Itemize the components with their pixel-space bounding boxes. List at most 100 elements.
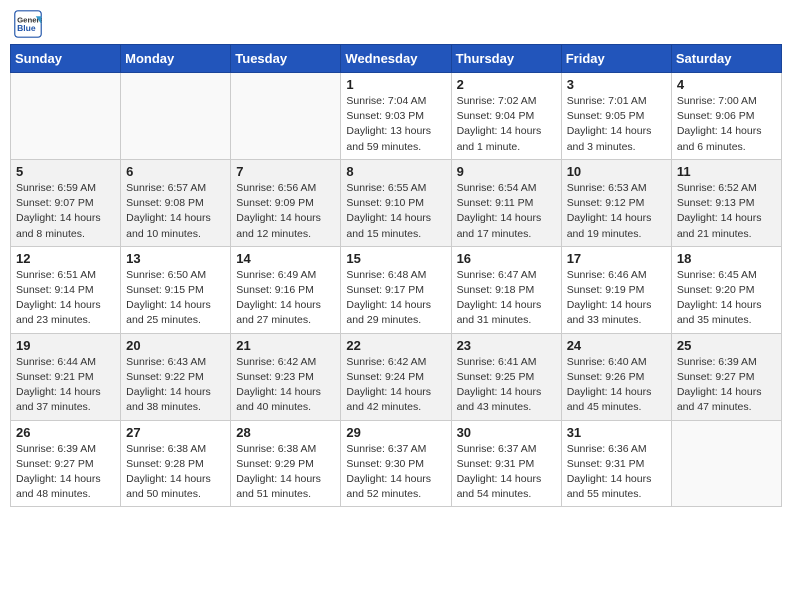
calendar-cell: 23Sunrise: 6:41 AM Sunset: 9:25 PM Dayli… [451,333,561,420]
calendar-cell: 20 Sunrise: 6:43 AM Sunset: 9:22 PM Dayli… [121,333,231,420]
weekday-header-wednesday: Wednesday [341,45,451,73]
day-number: 12 [16,251,115,266]
day-info: Sunrise: 6:57 AM Sunset: 9:08 PM Dayligh… [126,181,225,242]
calendar-cell: 3 Sunrise: 7:01 AM Sunset: 9:05 PM Daylig… [561,73,671,160]
day-info: Sunrise: 6:39 AM Sunset: 9:27 PM Dayligh… [677,355,776,416]
day-number: 29 [346,425,445,440]
day-info: Sunrise: 6:46 AM Sunset: 9:19 PM Dayligh… [567,268,666,329]
calendar-cell: 4 Sunrise: 7:00 AM Sunset: 9:06 PM Daylig… [671,73,781,160]
weekday-header-thursday: Thursday [451,45,561,73]
calendar-cell: 10 Sunrise: 6:53 AM Sunset: 9:12 PM Dayli… [561,159,671,246]
day-info: Sunrise: 6:51 AM Sunset: 9:14 PM Dayligh… [16,268,115,329]
calendar-cell: 15 Sunrise: 6:48 AM Sunset: 9:17 PM Dayli… [341,246,451,333]
logo-icon: General Blue [14,10,42,38]
day-info: Sunrise: 6:44 AM Sunset: 9:21 PM Dayligh… [16,355,115,416]
calendar-week-3: 12 Sunrise: 6:51 AM Sunset: 9:14 PM Dayli… [11,246,782,333]
day-info: Sunrise: 6:52 AM Sunset: 9:13 PM Dayligh… [677,181,776,242]
day-info: Sunrise: 6:36 AM Sunset: 9:31 PM Dayligh… [567,442,666,503]
calendar-week-1: 1 Sunrise: 7:04 AM Sunset: 9:03 PM Daylig… [11,73,782,160]
calendar-cell [121,73,231,160]
day-info: Sunrise: 6:48 AM Sunset: 9:17 PM Dayligh… [346,268,445,329]
calendar-cell: 12 Sunrise: 6:51 AM Sunset: 9:14 PM Dayli… [11,246,121,333]
day-info: Sunrise: 6:38 AM Sunset: 9:28 PM Dayligh… [126,442,225,503]
day-info: Sunrise: 6:37 AM Sunset: 9:30 PM Dayligh… [346,442,445,503]
day-info: Sunrise: 6:39 AM Sunset: 9:27 PM Dayligh… [16,442,115,503]
day-number: 30 [457,425,556,440]
day-number: 16 [457,251,556,266]
calendar-cell: 30 Sunrise: 6:37 AM Sunset: 9:31 PM Dayli… [451,420,561,507]
day-number: 14 [236,251,335,266]
weekday-header-tuesday: Tuesday [231,45,341,73]
day-number: 31 [567,425,666,440]
calendar-cell: 27 Sunrise: 6:38 AM Sunset: 9:28 PM Dayli… [121,420,231,507]
calendar-table: SundayMondayTuesdayWednesdayThursdayFrid… [10,44,782,507]
day-number: 15 [346,251,445,266]
day-number: 21 [236,338,335,353]
calendar-cell: 24 Sunrise: 6:40 AM Sunset: 9:26 PM Dayli… [561,333,671,420]
calendar-cell: 2Sunrise: 7:02 AM Sunset: 9:04 PM Daylig… [451,73,561,160]
calendar-cell: 17Sunrise: 6:46 AM Sunset: 9:19 PM Dayli… [561,246,671,333]
calendar-cell: 7 Sunrise: 6:56 AM Sunset: 9:09 PM Daylig… [231,159,341,246]
logo: General Blue [14,10,42,38]
day-number: 8 [346,164,445,179]
day-number: 26 [16,425,115,440]
svg-text:Blue: Blue [17,23,36,33]
calendar-cell: 26 Sunrise: 6:39 AM Sunset: 9:27 PM Dayli… [11,420,121,507]
day-number: 6 [126,164,225,179]
day-info: Sunrise: 6:40 AM Sunset: 9:26 PM Dayligh… [567,355,666,416]
day-number: 4 [677,77,776,92]
calendar-cell: 21 Sunrise: 6:42 AM Sunset: 9:23 PM Dayli… [231,333,341,420]
day-number: 20 [126,338,225,353]
calendar-cell: 11Sunrise: 6:52 AM Sunset: 9:13 PM Dayli… [671,159,781,246]
day-info: Sunrise: 7:00 AM Sunset: 9:06 PM Dayligh… [677,94,776,155]
day-info: Sunrise: 6:50 AM Sunset: 9:15 PM Dayligh… [126,268,225,329]
day-info: Sunrise: 6:49 AM Sunset: 9:16 PM Dayligh… [236,268,335,329]
calendar-cell: 28 Sunrise: 6:38 AM Sunset: 9:29 PM Dayli… [231,420,341,507]
calendar-week-2: 5 Sunrise: 6:59 AM Sunset: 9:07 PM Daylig… [11,159,782,246]
day-number: 28 [236,425,335,440]
day-info: Sunrise: 6:43 AM Sunset: 9:22 PM Dayligh… [126,355,225,416]
weekday-header-saturday: Saturday [671,45,781,73]
day-number: 18 [677,251,776,266]
day-info: Sunrise: 7:02 AM Sunset: 9:04 PM Dayligh… [457,94,556,155]
calendar-cell: 14 Sunrise: 6:49 AM Sunset: 9:16 PM Dayli… [231,246,341,333]
day-number: 5 [16,164,115,179]
day-info: Sunrise: 6:47 AM Sunset: 9:18 PM Dayligh… [457,268,556,329]
day-number: 1 [346,77,445,92]
calendar-week-4: 19Sunrise: 6:44 AM Sunset: 9:21 PM Dayli… [11,333,782,420]
calendar-week-5: 26 Sunrise: 6:39 AM Sunset: 9:27 PM Dayli… [11,420,782,507]
day-number: 10 [567,164,666,179]
day-info: Sunrise: 6:53 AM Sunset: 9:12 PM Dayligh… [567,181,666,242]
calendar-cell: 18Sunrise: 6:45 AM Sunset: 9:20 PM Dayli… [671,246,781,333]
weekday-header-monday: Monday [121,45,231,73]
day-number: 7 [236,164,335,179]
day-number: 3 [567,77,666,92]
calendar-cell: 29 Sunrise: 6:37 AM Sunset: 9:30 PM Dayli… [341,420,451,507]
calendar-cell [231,73,341,160]
calendar-cell: 6 Sunrise: 6:57 AM Sunset: 9:08 PM Daylig… [121,159,231,246]
weekday-header-friday: Friday [561,45,671,73]
day-number: 27 [126,425,225,440]
day-number: 13 [126,251,225,266]
day-info: Sunrise: 6:59 AM Sunset: 9:07 PM Dayligh… [16,181,115,242]
day-info: Sunrise: 6:55 AM Sunset: 9:10 PM Dayligh… [346,181,445,242]
calendar-cell: 9Sunrise: 6:54 AM Sunset: 9:11 PM Daylig… [451,159,561,246]
day-number: 23 [457,338,556,353]
day-number: 24 [567,338,666,353]
calendar-cell: 13 Sunrise: 6:50 AM Sunset: 9:15 PM Dayli… [121,246,231,333]
day-number: 25 [677,338,776,353]
calendar-cell [671,420,781,507]
day-info: Sunrise: 6:54 AM Sunset: 9:11 PM Dayligh… [457,181,556,242]
day-info: Sunrise: 6:42 AM Sunset: 9:24 PM Dayligh… [346,355,445,416]
calendar-cell [11,73,121,160]
day-info: Sunrise: 7:04 AM Sunset: 9:03 PM Dayligh… [346,94,445,155]
day-info: Sunrise: 7:01 AM Sunset: 9:05 PM Dayligh… [567,94,666,155]
day-info: Sunrise: 6:38 AM Sunset: 9:29 PM Dayligh… [236,442,335,503]
day-info: Sunrise: 6:37 AM Sunset: 9:31 PM Dayligh… [457,442,556,503]
day-info: Sunrise: 6:56 AM Sunset: 9:09 PM Dayligh… [236,181,335,242]
day-info: Sunrise: 6:42 AM Sunset: 9:23 PM Dayligh… [236,355,335,416]
day-number: 22 [346,338,445,353]
calendar-cell: 19Sunrise: 6:44 AM Sunset: 9:21 PM Dayli… [11,333,121,420]
calendar-cell: 8 Sunrise: 6:55 AM Sunset: 9:10 PM Daylig… [341,159,451,246]
page-header: General Blue [10,10,782,38]
